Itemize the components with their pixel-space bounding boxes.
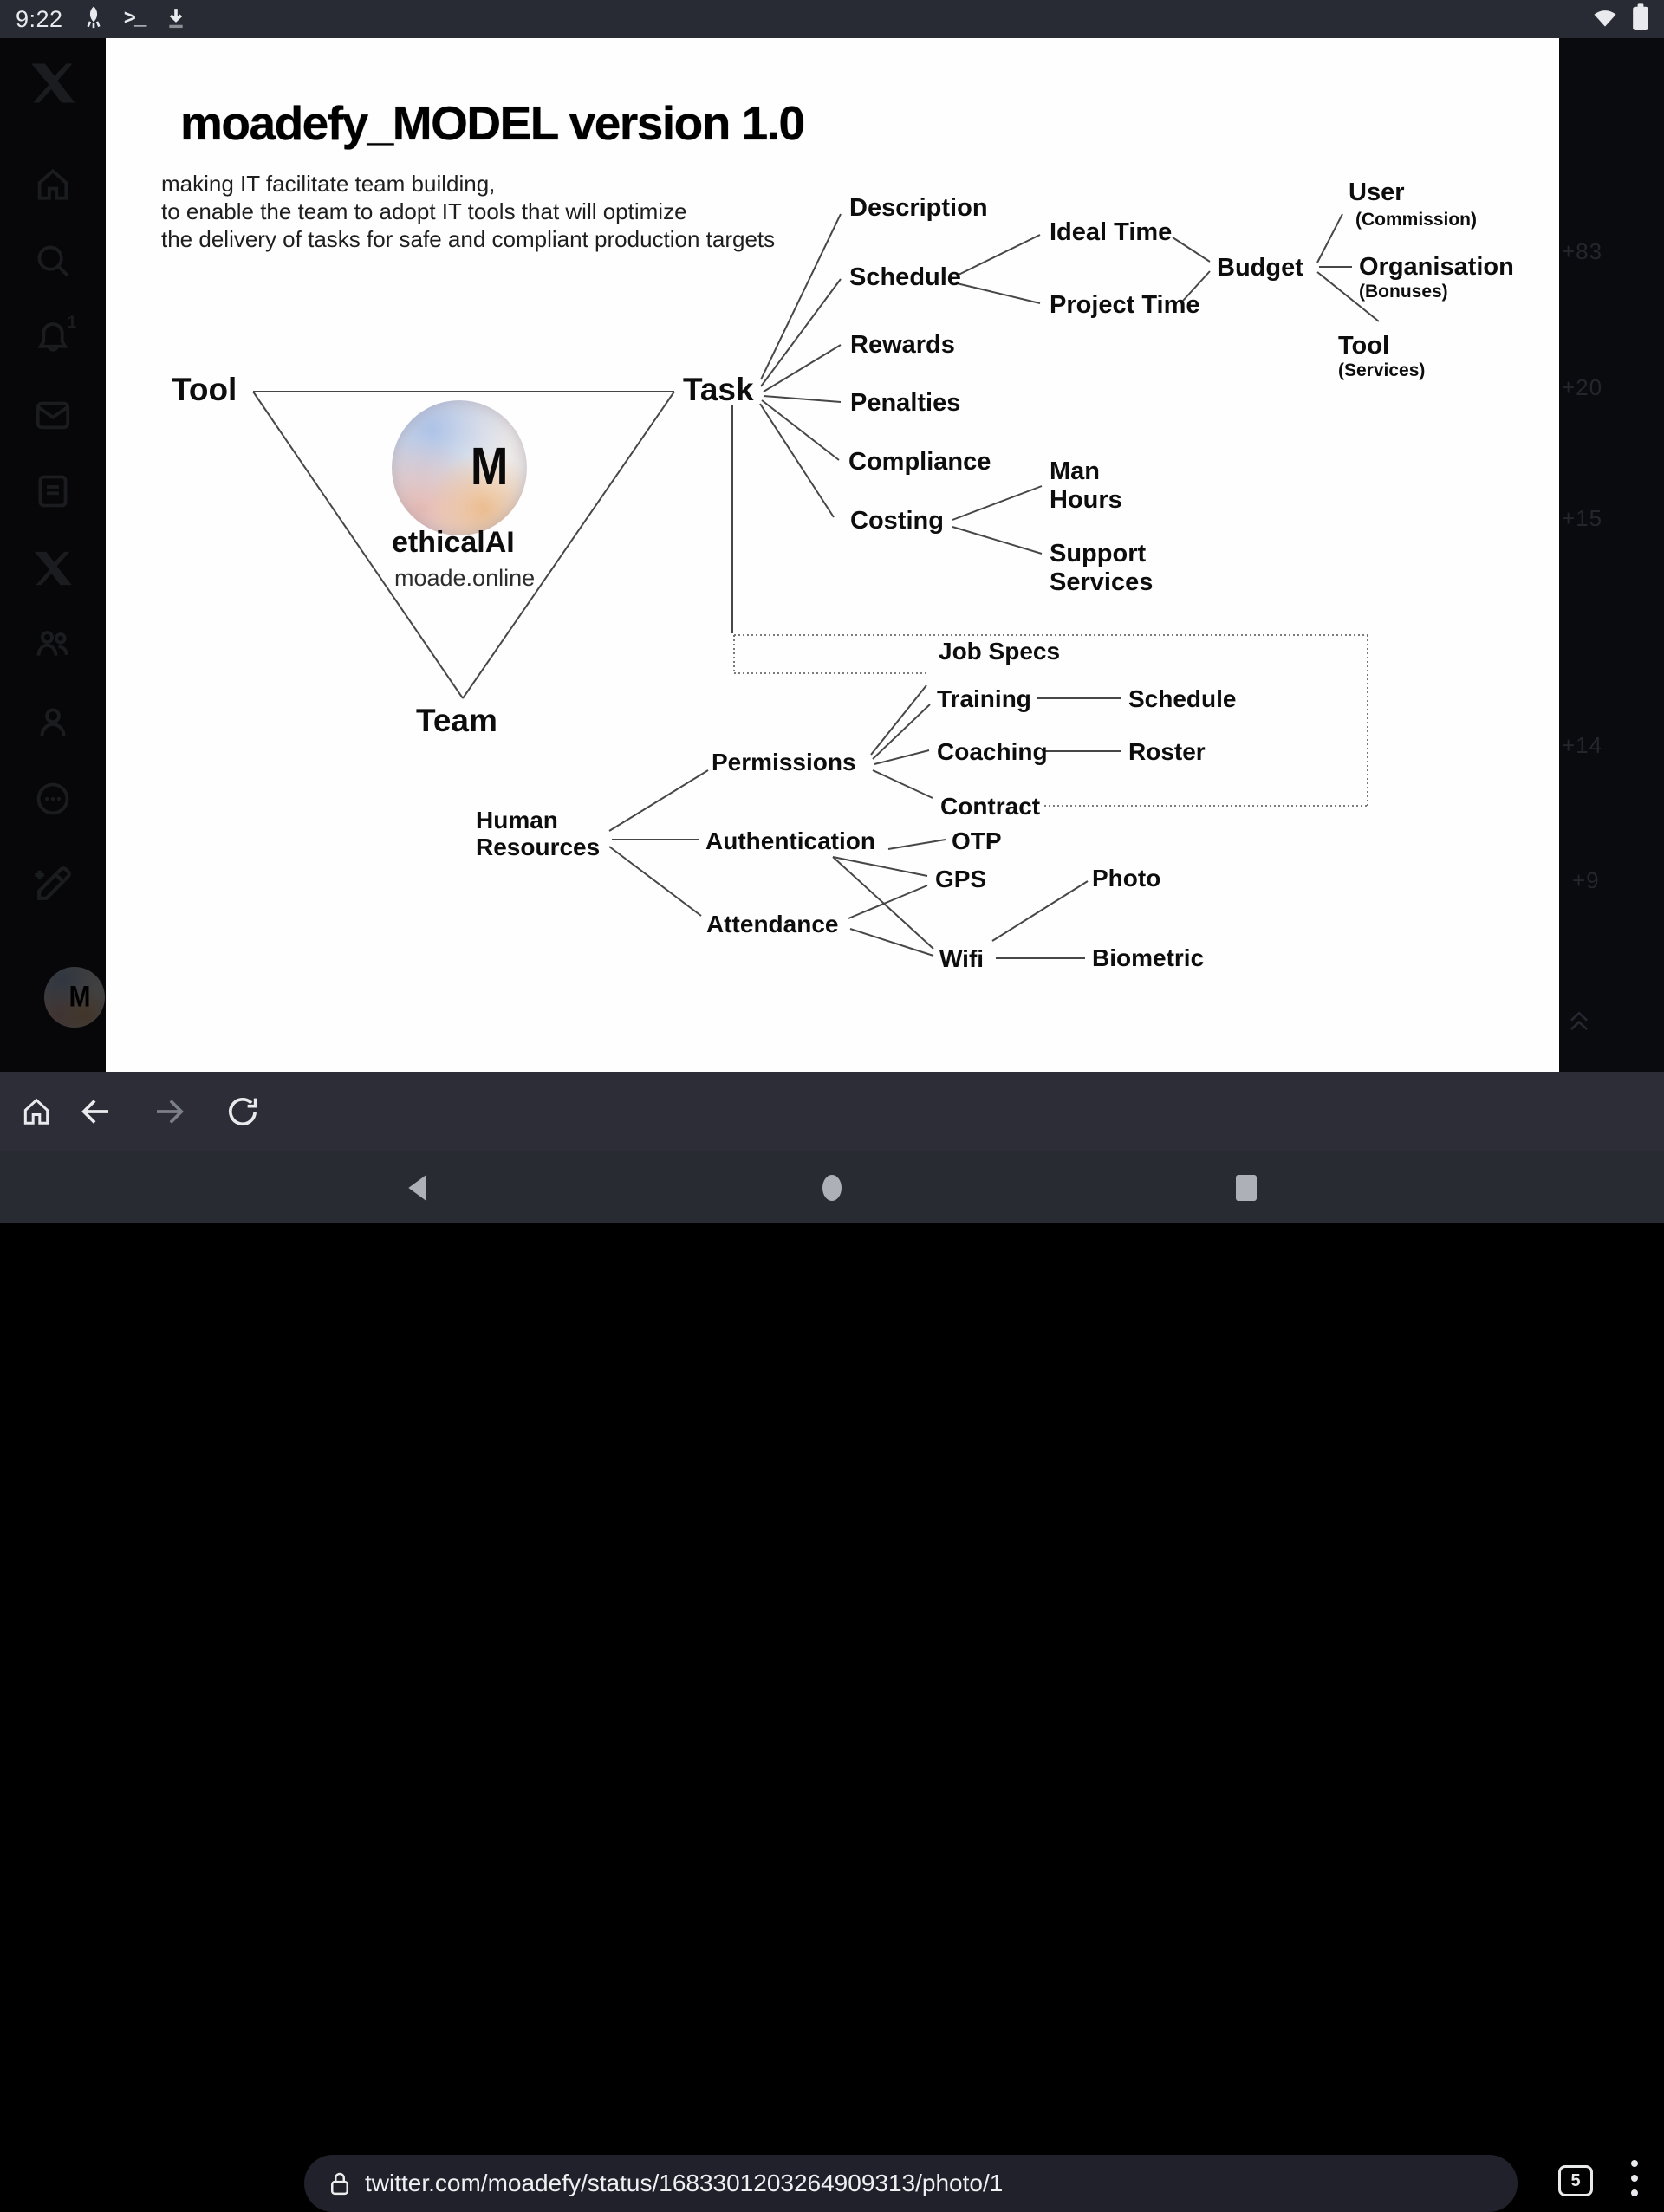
node-penalties: Penalties: [850, 389, 960, 418]
logo-monogram: M: [471, 437, 507, 498]
node-gps: GPS: [935, 866, 986, 892]
search-icon[interactable]: [0, 241, 106, 281]
more-icon[interactable]: [0, 779, 106, 819]
photo-overlay-strip: [1559, 38, 1664, 1072]
node-project-time: Project Time: [1050, 291, 1200, 320]
node-roster: Roster: [1128, 738, 1206, 765]
node-schedule: Schedule: [849, 263, 961, 292]
messages-icon[interactable]: [0, 395, 106, 435]
notifications-icon[interactable]: 1: [0, 317, 106, 357]
terminal-icon: >_: [124, 8, 146, 31]
node-human-resources: Human Resources: [476, 807, 600, 860]
node-wifi: Wifi: [939, 945, 984, 972]
x-logo-icon[interactable]: [0, 60, 106, 107]
status-bar: 9:22 >_: [0, 0, 1664, 38]
node-man-hours: Man Hours: [1050, 457, 1122, 515]
node-costing: Costing: [850, 507, 944, 535]
lock-icon: [327, 2169, 353, 2198]
battery-icon: [1631, 3, 1650, 36]
user-avatar[interactable]: M: [44, 967, 105, 1028]
home-icon[interactable]: [0, 165, 106, 204]
nav-recents-button[interactable]: [1212, 1151, 1281, 1223]
brand-url: moade.online: [394, 565, 535, 592]
node-compliance: Compliance: [848, 448, 991, 477]
brand-name: ethicalAI: [392, 529, 515, 557]
nav-back-button[interactable]: [383, 1151, 452, 1223]
android-screen: { "status_bar": { "time": "9:22" }, "sid…: [0, 0, 1664, 1223]
like-count[interactable]: +15: [1562, 505, 1602, 532]
communities-icon[interactable]: [0, 625, 106, 665]
bookmark-count[interactable]: +14: [1562, 732, 1602, 759]
download-icon: [164, 6, 188, 32]
tab-switcher-button[interactable]: 5: [1558, 2165, 1593, 2196]
node-photo: Photo: [1092, 865, 1160, 892]
android-nav-bar: [0, 1151, 1664, 1223]
node-tool: Tool: [172, 373, 237, 407]
node-otp: OTP: [952, 827, 1002, 854]
clock: 9:22: [16, 6, 63, 33]
node-organisation-sub: (Bonuses): [1359, 282, 1448, 302]
twitter-sidebar: 1 M: [0, 38, 106, 1072]
node-ideal-time: Ideal Time: [1050, 218, 1172, 247]
premium-x-icon[interactable]: [0, 548, 106, 588]
node-support-services: Support Services: [1050, 540, 1153, 597]
node-training: Training: [937, 685, 1031, 712]
node-attendance: Attendance: [706, 911, 838, 937]
diagram-subtitle: making IT facilitate team building, to e…: [161, 170, 775, 253]
node-user: User: [1349, 178, 1405, 207]
profile-icon[interactable]: [0, 703, 106, 743]
repost-count[interactable]: +20: [1562, 374, 1602, 401]
node-biometric: Biometric: [1092, 944, 1204, 971]
browser-toolbar: twitter.com/moadefy/status/1683301203264…: [0, 1072, 1664, 1151]
node-authentication: Authentication: [705, 827, 875, 854]
node-permissions: Permissions: [712, 749, 856, 775]
tab-count: 5: [1570, 2171, 1580, 2191]
back-button[interactable]: [71, 1072, 120, 1151]
reload-button[interactable]: [218, 1072, 267, 1151]
nav-home-button[interactable]: [797, 1151, 867, 1223]
collapse-chevron-icon[interactable]: [1569, 1010, 1589, 1033]
node-task: Task: [683, 373, 754, 407]
node-tool-services: Tool: [1338, 332, 1389, 360]
node-training-schedule: Schedule: [1128, 685, 1236, 712]
compose-icon[interactable]: [0, 863, 106, 906]
node-coaching: Coaching: [937, 738, 1048, 765]
usb-rocket-icon: [82, 5, 105, 33]
url-text: twitter.com/moadefy/status/1683301203264…: [365, 2170, 1003, 2197]
lists-icon[interactable]: [0, 471, 106, 511]
browser-home-button[interactable]: [12, 1072, 61, 1151]
node-description: Description: [849, 194, 988, 223]
node-budget: Budget: [1217, 254, 1303, 282]
node-team: Team: [416, 704, 497, 738]
avatar-monogram: M: [69, 980, 91, 1014]
node-tool-services-sub: (Services): [1338, 360, 1425, 381]
browser-menu-button[interactable]: [1631, 2160, 1638, 2196]
url-input[interactable]: twitter.com/moadefy/status/1683301203264…: [304, 2155, 1518, 2212]
node-rewards: Rewards: [850, 331, 955, 360]
share-count[interactable]: +9: [1572, 867, 1600, 894]
wifi-icon: [1591, 5, 1619, 34]
node-contract: Contract: [940, 793, 1040, 820]
node-organisation: Organisation: [1359, 253, 1514, 282]
node-job-specs: Job Specs: [939, 638, 1060, 665]
reply-count[interactable]: +83: [1562, 238, 1602, 265]
notification-badge: 1: [68, 314, 77, 333]
forward-button[interactable]: [146, 1072, 194, 1151]
diagram-title: moadefy_MODEL version 1.0: [180, 95, 804, 151]
node-user-sub: (Commission): [1355, 210, 1477, 230]
